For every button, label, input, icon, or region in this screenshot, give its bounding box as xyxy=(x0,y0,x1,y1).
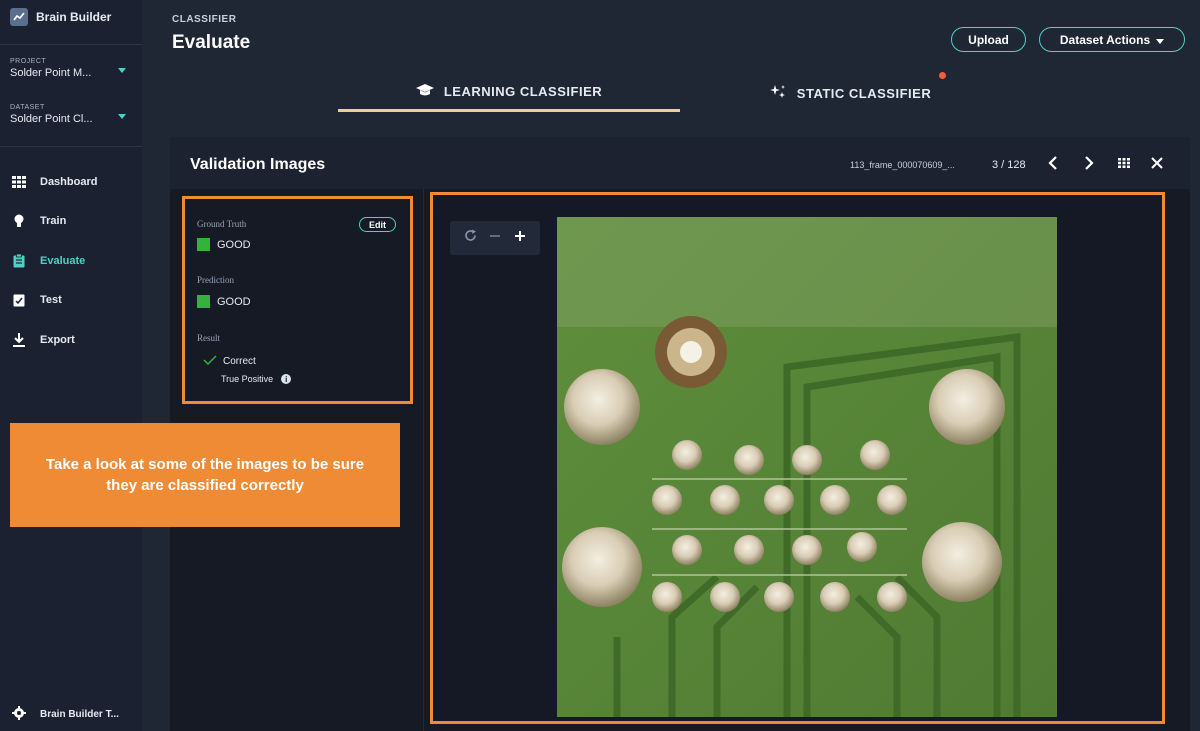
prediction-caption: Prediction xyxy=(197,275,234,285)
app-window: Brain Builder PROJECT Solder Point M... … xyxy=(0,0,1200,731)
image-counter: 3 / 128 xyxy=(992,159,1026,171)
dataset-actions-button[interactable]: Dataset Actions xyxy=(1039,27,1185,52)
ground-truth-caption: Ground Truth xyxy=(197,219,247,229)
dataset-actions-label: Dataset Actions xyxy=(1059,32,1151,47)
prediction-label: GOOD xyxy=(217,295,251,308)
zoom-out-icon[interactable] xyxy=(489,229,501,247)
result-value: Correct xyxy=(203,355,256,368)
grid-view-icon[interactable] xyxy=(1115,154,1133,172)
footer-label: Brain Builder T... xyxy=(40,709,119,720)
result-detail: True Positive i xyxy=(221,374,292,384)
panel-header: Validation Images 113_frame_000070609_..… xyxy=(170,137,1190,189)
clipboard-check-icon xyxy=(12,293,26,307)
gear-icon xyxy=(12,706,26,723)
good-swatch xyxy=(197,295,210,308)
zoom-controls xyxy=(450,221,540,255)
project-caption: PROJECT xyxy=(10,58,47,65)
sidebar: Brain Builder PROJECT Solder Point M... … xyxy=(0,0,142,731)
ground-truth-value: GOOD xyxy=(197,238,251,251)
result-detail-label: True Positive xyxy=(221,374,274,384)
tip-callout: Take a look at some of the images to be … xyxy=(10,423,400,527)
sidebar-item-export[interactable]: Export xyxy=(0,320,142,360)
edit-ground-truth-button[interactable]: Edit xyxy=(359,217,396,232)
sidebar-nav: Dashboard Train Evaluate Test Export xyxy=(0,162,142,360)
panel-title: Validation Images xyxy=(190,156,326,173)
download-icon xyxy=(12,332,26,347)
dataset-selector[interactable]: DATASET Solder Point Cl... xyxy=(10,104,134,125)
sidebar-item-label: Dashboard xyxy=(40,175,98,188)
sidebar-item-label: Export xyxy=(40,333,75,346)
project-selector[interactable]: PROJECT Solder Point M... xyxy=(10,58,134,79)
tab-label: STATIC CLASSIFIER xyxy=(796,85,932,101)
result-caption: Result xyxy=(197,333,221,343)
brand-name: Brain Builder xyxy=(36,10,112,24)
tip-text: Take a look at some of the images to be … xyxy=(45,456,365,494)
sidebar-item-label: Evaluate xyxy=(40,254,86,267)
sidebar-item-label: Test xyxy=(40,294,62,307)
result-label: Correct xyxy=(223,356,256,367)
divider xyxy=(0,146,142,147)
reset-zoom-icon[interactable] xyxy=(464,229,477,247)
lightbulb-icon xyxy=(12,214,26,228)
grid-icon xyxy=(12,175,26,189)
close-icon[interactable] xyxy=(1148,154,1166,172)
prediction-value: GOOD xyxy=(197,295,251,308)
brand-logo-icon xyxy=(10,8,28,26)
sidebar-item-train[interactable]: Train xyxy=(0,202,142,242)
dataset-value: Solder Point Cl... xyxy=(10,113,93,125)
page-caption: CLASSIFIER xyxy=(172,14,237,25)
chevron-down-icon xyxy=(118,114,126,119)
notification-dot xyxy=(939,72,946,79)
zoom-in-icon[interactable] xyxy=(514,229,526,247)
tab-static-classifier[interactable]: STATIC CLASSIFIER xyxy=(680,74,1020,112)
sidebar-footer[interactable]: Brain Builder T... xyxy=(12,706,119,723)
sparkle-icon xyxy=(769,84,787,103)
brand[interactable]: Brain Builder xyxy=(10,8,111,26)
header: CLASSIFIER Evaluate Upload Dataset Actio… xyxy=(142,0,1200,112)
divider xyxy=(0,44,142,45)
caret-down-icon xyxy=(1156,33,1165,47)
chevron-left-icon[interactable] xyxy=(1044,154,1062,172)
chevron-down-icon xyxy=(118,68,126,73)
ground-truth-label: GOOD xyxy=(217,238,251,251)
info-icon[interactable]: i xyxy=(281,374,292,384)
tab-learning-classifier[interactable]: LEARNING CLASSIFIER xyxy=(338,74,680,112)
page-title: Evaluate xyxy=(172,32,251,53)
chevron-right-icon[interactable] xyxy=(1080,154,1098,172)
good-swatch xyxy=(197,238,210,251)
upload-button-label: Upload xyxy=(968,32,1009,47)
image-file-name: 113_frame_000070609_... xyxy=(850,160,955,170)
tab-label: LEARNING CLASSIFIER xyxy=(443,84,603,99)
edit-label: Edit xyxy=(369,219,386,230)
sidebar-item-label: Train xyxy=(40,215,67,228)
graduation-cap-icon xyxy=(415,83,434,100)
sidebar-item-test[interactable]: Test xyxy=(0,281,142,321)
sidebar-item-evaluate[interactable]: Evaluate xyxy=(0,241,142,281)
upload-button[interactable]: Upload xyxy=(951,27,1026,52)
sidebar-item-dashboard[interactable]: Dashboard xyxy=(0,162,142,202)
solder-point-image xyxy=(557,217,1057,717)
clipboard-icon xyxy=(12,253,26,268)
image-viewer xyxy=(430,192,1165,724)
project-value: Solder Point M... xyxy=(10,67,92,79)
checkmark-icon xyxy=(203,355,217,368)
classification-details: Ground Truth Edit GOOD Prediction GOOD R… xyxy=(182,196,413,404)
dataset-caption: DATASET xyxy=(10,104,45,111)
